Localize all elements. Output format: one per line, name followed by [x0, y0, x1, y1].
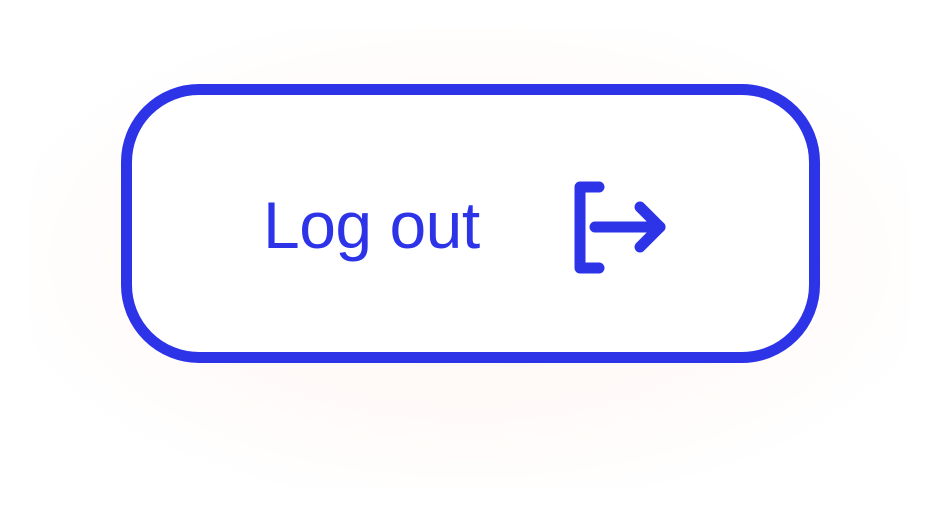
- canvas: Log out: [0, 0, 940, 520]
- logout-icon: [560, 175, 670, 285]
- logout-button-label: Log out: [263, 188, 480, 262]
- logout-button[interactable]: Log out: [121, 84, 820, 363]
